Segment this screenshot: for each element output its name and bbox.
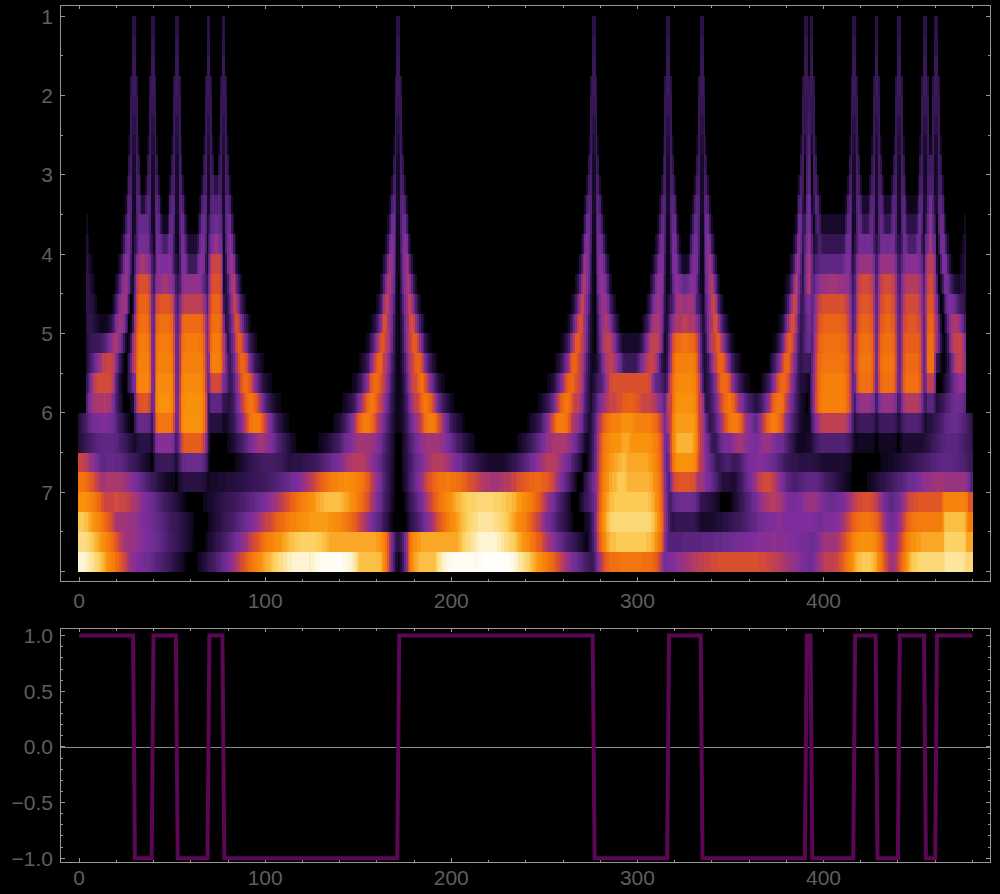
svg-text:300: 300: [620, 589, 655, 612]
svg-text:1.0: 1.0: [24, 624, 53, 647]
svg-text:4: 4: [41, 243, 53, 266]
svg-text:0.0: 0.0: [24, 735, 53, 758]
svg-text:400: 400: [806, 866, 841, 889]
svg-text:2: 2: [41, 84, 53, 107]
svg-text:1: 1: [41, 5, 53, 28]
svg-text:100: 100: [248, 866, 283, 889]
svg-text:5: 5: [41, 322, 53, 345]
svg-text:200: 200: [434, 589, 469, 612]
svg-text:200: 200: [434, 866, 469, 889]
svg-text:300: 300: [620, 866, 655, 889]
svg-text:6: 6: [41, 401, 53, 424]
svg-text:0: 0: [73, 589, 85, 612]
svg-text:−0.5: −0.5: [12, 791, 53, 814]
svg-text:7: 7: [41, 481, 53, 504]
svg-text:400: 400: [806, 589, 841, 612]
svg-text:0: 0: [73, 866, 85, 889]
svg-text:−1.0: −1.0: [12, 847, 53, 870]
svg-text:100: 100: [248, 589, 283, 612]
svg-text:0.5: 0.5: [24, 680, 53, 703]
svg-text:3: 3: [41, 163, 53, 186]
